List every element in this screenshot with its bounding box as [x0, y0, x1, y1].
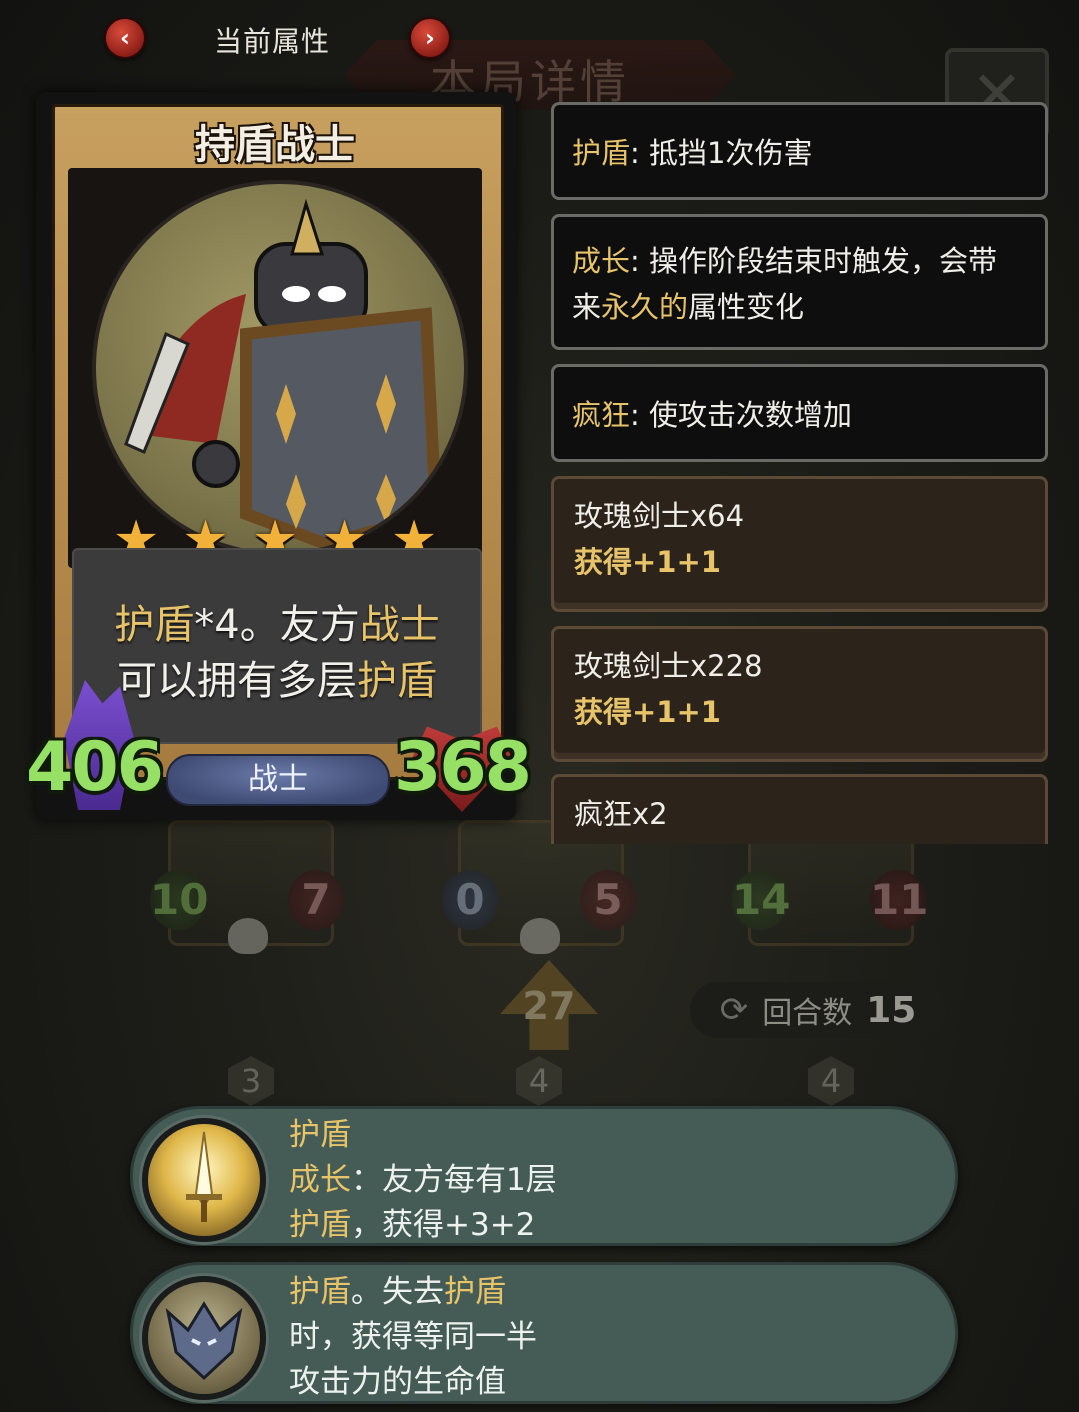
tooltip-keyword: 成长 — [289, 1161, 351, 1198]
keyword-shield: 护盾 — [357, 658, 437, 704]
source-title: 疯狂x2 — [574, 797, 668, 831]
board-attack: 10 — [150, 870, 208, 930]
tooltip-keyword: 护盾 — [289, 1273, 351, 1310]
page-title: 当前属性 — [214, 25, 331, 58]
tooltip-line: 成长：友方每有1层 — [289, 1154, 955, 1199]
keyword-desc: 使攻击次数增加 — [649, 398, 853, 432]
source-gain: 获得+1+1 — [574, 545, 721, 579]
keyword-warrior: 战士 — [359, 602, 440, 648]
keyword-name: 成长 — [572, 244, 631, 278]
board-health: 5 — [580, 870, 636, 930]
tooltip-text: 时，获得等同一半 — [289, 1318, 537, 1355]
center-counter: 27 — [522, 984, 576, 1028]
tier-badge: 3 — [228, 1056, 274, 1106]
dragon-helm-icon — [142, 1276, 266, 1400]
health-value: 368 — [394, 728, 532, 807]
keyword-shield: 护盾 — [114, 602, 195, 648]
skull-icon — [228, 918, 268, 954]
keyword-highlight: 永久的 — [601, 290, 689, 324]
description-line-1: 护盾*4。友方战士 — [72, 592, 482, 650]
board-health: 11 — [870, 870, 928, 930]
source-entry: 疯狂x2 — [551, 774, 1048, 844]
shield-warrior-portrait — [92, 180, 468, 556]
keyword-desc: 操作阶段结束时触发，会带 — [649, 244, 998, 278]
keyword-name: 护盾 — [572, 136, 631, 170]
shield-warrior-art — [124, 198, 443, 551]
helm-glyph — [165, 1301, 243, 1381]
class-label: 战士 — [166, 754, 390, 806]
tooltip-text: ：友方每有1层 — [351, 1161, 557, 1198]
attack-value: 406 — [26, 728, 164, 807]
keyword-panel-growth: 成长: 操作阶段结束时触发，会带 来永久的属性变化 — [551, 214, 1048, 350]
source-title: 玫瑰剑士x228 — [574, 649, 763, 683]
keyword-line: 疯狂: 使攻击次数增加 — [572, 392, 1027, 434]
keyword-name: 疯狂 — [572, 398, 631, 432]
skull-icon — [520, 918, 560, 954]
tooltip-text: 。失去 — [351, 1273, 444, 1310]
tooltip-keyword: 护盾 — [289, 1116, 351, 1153]
tooltip-line: 时，获得等同一半 — [289, 1311, 955, 1356]
keyword-sep: : — [630, 244, 650, 278]
keyword-sep: : — [630, 136, 650, 170]
keyword-panel-shield: 护盾: 抵挡1次伤害 — [551, 102, 1048, 200]
tooltip-text: ，获得+3+2 — [351, 1206, 536, 1243]
board-health: 7 — [288, 870, 344, 930]
description-line-2: 可以拥有多层护盾 — [72, 648, 482, 706]
tier-badge: 4 — [808, 1056, 854, 1106]
tooltip-text: 攻击力的生命值 — [289, 1363, 506, 1400]
card-name: 持盾战士 — [195, 122, 355, 168]
keyword-desc: 抵挡1次伤害 — [649, 136, 813, 170]
description-text: 可以拥有多层 — [117, 658, 357, 704]
round-label: 回合数 — [762, 996, 853, 1031]
tooltip-line: 攻击力的生命值 — [289, 1356, 955, 1401]
tier-badge: 4 — [516, 1056, 562, 1106]
tooltip-line: 护盾，获得+3+2 — [289, 1199, 955, 1244]
keyword-sep: : — [630, 398, 650, 432]
tooltip-line: 护盾 — [289, 1109, 955, 1154]
card-description: 护盾*4。友方战士 可以拥有多层护盾 — [72, 548, 482, 744]
source-entry: 玫瑰剑士x228 获得+1+1 — [551, 626, 1048, 762]
round-value: 15 — [866, 989, 917, 1031]
board-attack: 14 — [732, 870, 790, 930]
description-text: *4。友方 — [194, 602, 360, 648]
golden-sword-icon — [142, 1118, 266, 1242]
keyword-desc: 来 — [572, 290, 602, 324]
keyword-line: 成长: 操作阶段结束时触发，会带 — [572, 238, 1027, 280]
keyword-line: 护盾: 抵挡1次伤害 — [572, 130, 1027, 172]
chevron-left-icon[interactable]: ‹ — [104, 17, 146, 59]
tooltip-keyword: 护盾 — [444, 1273, 506, 1310]
round-counter: ⟳ 回合数 15 — [690, 982, 946, 1038]
sword-glyph — [186, 1131, 222, 1222]
keyword-panel-frenzy: 疯狂: 使攻击次数增加 — [551, 364, 1048, 462]
keyword-desc: 属性变化 — [688, 290, 805, 324]
source-title: 玫瑰剑士x64 — [574, 499, 745, 533]
tooltip-line: 护盾。失去护盾 — [289, 1266, 955, 1311]
chevron-right-icon[interactable]: › — [409, 17, 451, 59]
source-entry: 玫瑰剑士x64 获得+1+1 — [551, 476, 1048, 612]
board-attack: 0 — [442, 870, 498, 930]
refresh-icon: ⟳ — [719, 990, 749, 1030]
source-gain: 获得+1+1 — [574, 695, 721, 729]
tooltip-keyword: 护盾 — [289, 1206, 351, 1243]
keyword-line: 来永久的属性变化 — [572, 284, 1027, 326]
